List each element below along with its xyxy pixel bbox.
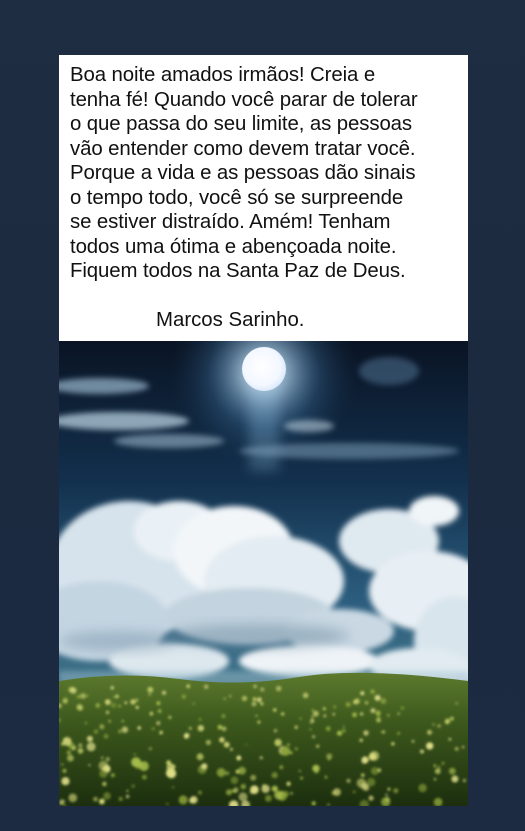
night-sky-photo[interactable]	[59, 341, 468, 806]
moon	[242, 347, 286, 391]
post-text-block: Boa noite amados irmãos! Creia e tenha f…	[59, 55, 468, 341]
post-signature: Marcos Sarinho.	[156, 309, 305, 331]
cumulus-clouds	[59, 496, 468, 686]
night-sky-illustration	[59, 341, 468, 806]
post-message: Boa noite amados irmãos! Creia e tenha f…	[70, 64, 418, 282]
post-card[interactable]: Boa noite amados irmãos! Creia e tenha f…	[59, 55, 468, 806]
